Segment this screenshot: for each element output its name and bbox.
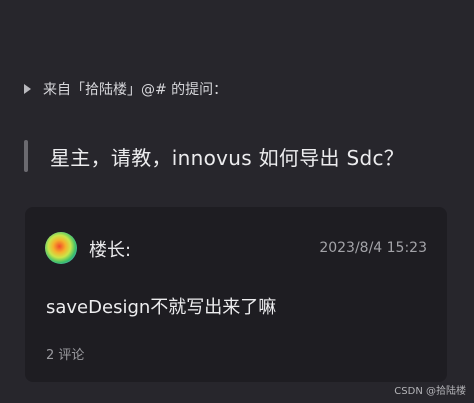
avatar[interactable]	[45, 232, 77, 264]
answer-card: 楼长: 2023/8/4 15:23 saveDesign不就写出来了嘛 2 评…	[25, 207, 447, 382]
comments-link[interactable]: 2 评论	[46, 344, 84, 363]
question-block: 星主，请教，innovus 如何导出 Sdc？	[24, 138, 404, 174]
answer-timestamp: 2023/8/4 15:23	[319, 240, 427, 256]
author-name[interactable]: 楼长:	[89, 236, 131, 262]
question-text: 星主，请教，innovus 如何导出 Sdc？	[50, 145, 405, 170]
triangle-right-icon[interactable]	[24, 84, 31, 94]
question-header[interactable]: 来自「拾陆楼」@# 的提问：	[24, 78, 227, 100]
answer-text: saveDesign不就写出来了嘛	[46, 297, 277, 318]
quote-bar	[24, 140, 28, 172]
question-source-label: 来自「拾陆楼」@# 的提问：	[43, 82, 228, 98]
csdn-watermark: CSDN @拾陆楼	[394, 386, 466, 397]
